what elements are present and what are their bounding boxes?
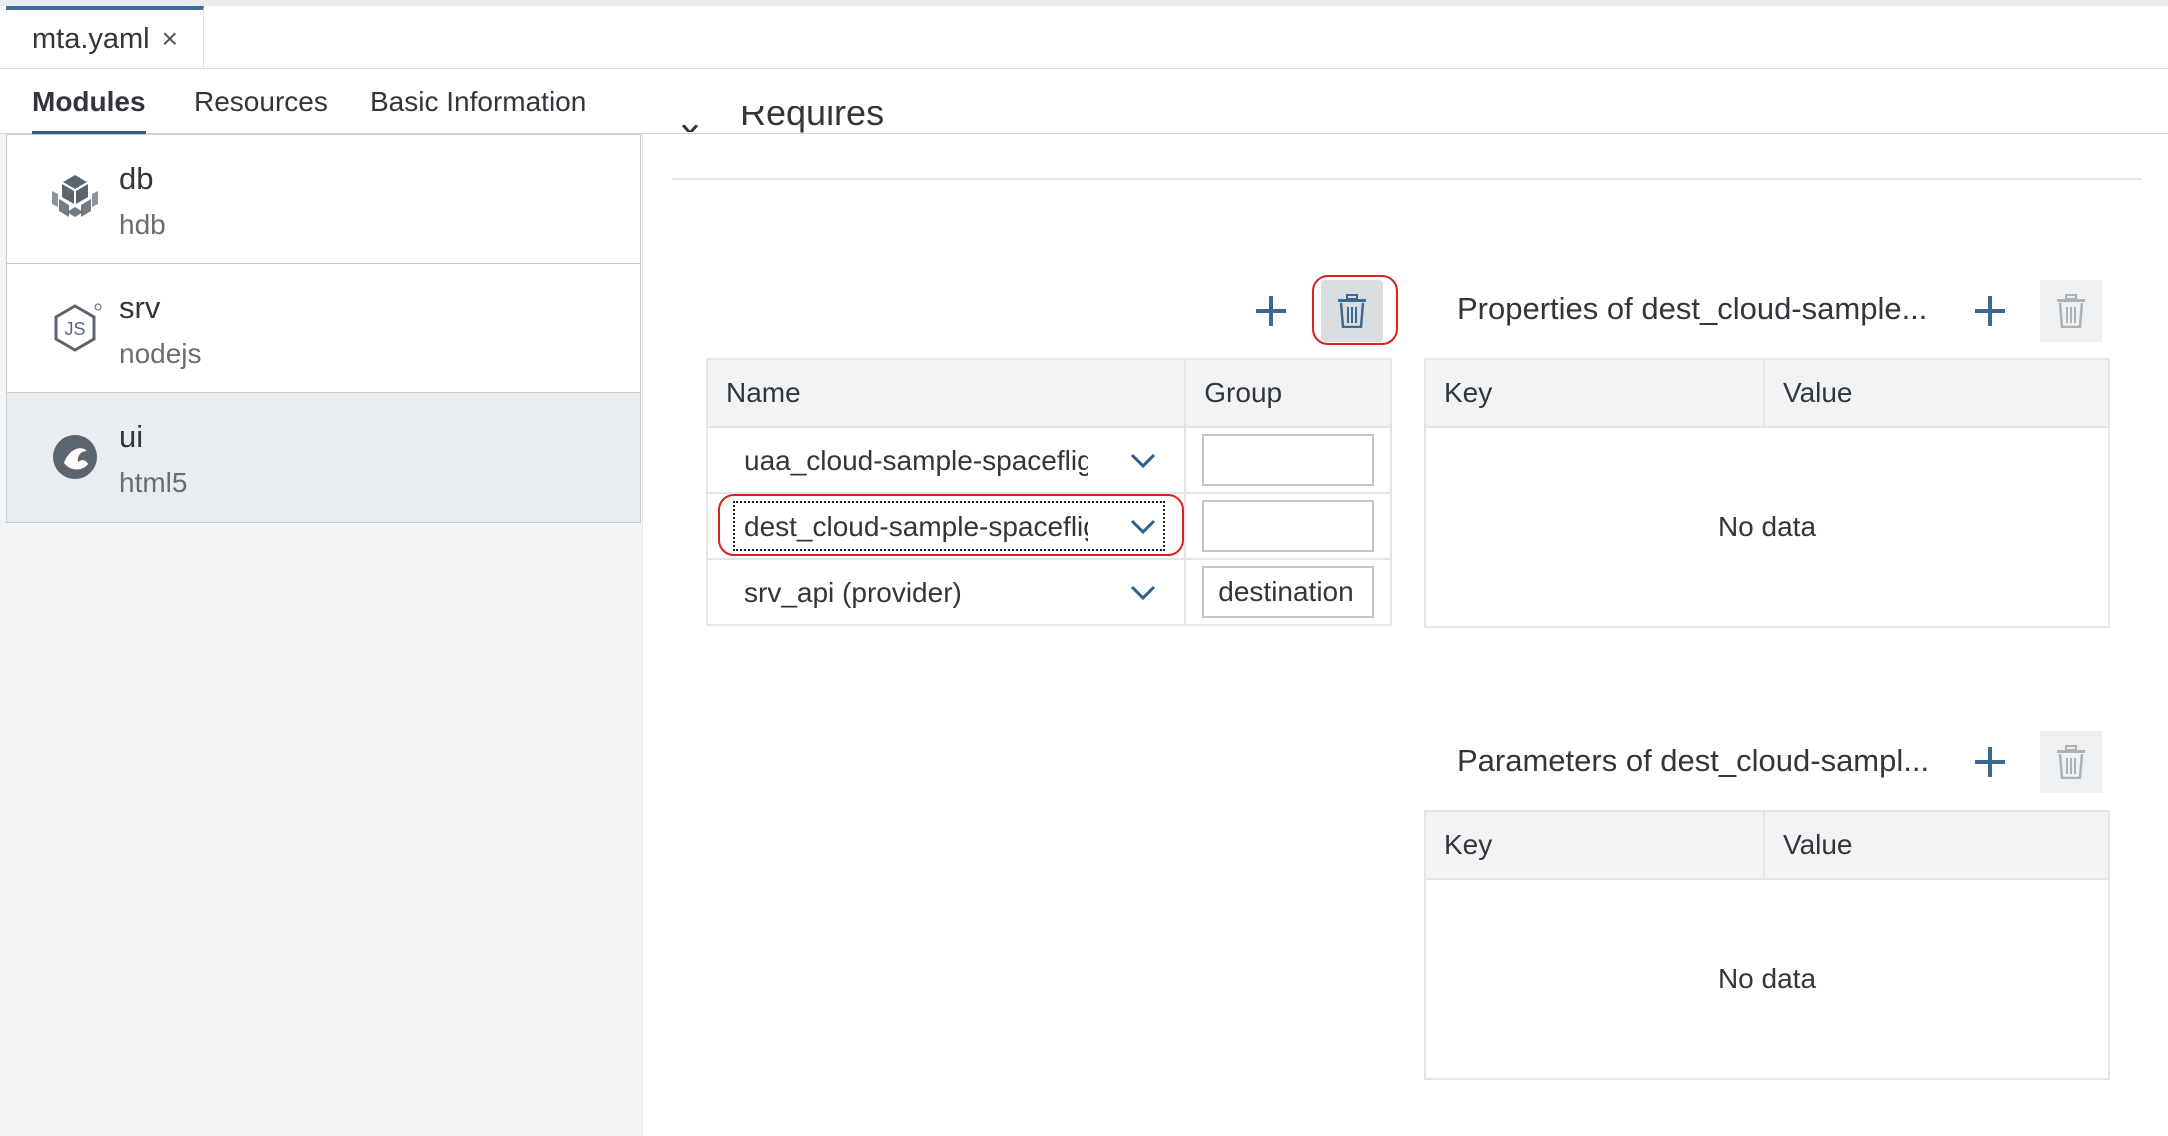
- module-sidebar: db hdb JS srv nodejs ui html5: [0, 134, 643, 1136]
- close-tab-icon[interactable]: ×: [162, 23, 178, 55]
- plus-icon: [1975, 296, 2005, 326]
- trash-icon: [1338, 294, 1366, 328]
- parameters-table: Key Value No data: [1424, 810, 2111, 1080]
- section-title-text: Requires: [740, 106, 885, 133]
- add-requires-button[interactable]: [1240, 280, 1302, 342]
- delete-parameter-button[interactable]: [2040, 731, 2102, 793]
- file-tab[interactable]: mta.yaml ×: [6, 6, 204, 68]
- file-tab-label: mta.yaml: [32, 22, 150, 55]
- table-row: dest_cloud-sample-spaceflight: [705, 492, 1392, 560]
- no-data-text: No data: [1424, 878, 2110, 1080]
- tab-modules[interactable]: Modules: [32, 69, 146, 135]
- module-type: html5: [119, 467, 188, 498]
- table-row: srv_api (provider): [705, 558, 1392, 626]
- plus-icon: [1256, 296, 1286, 326]
- module-type: hdb: [119, 209, 166, 240]
- tab-resources-label: Resources: [194, 85, 328, 117]
- tab-resources[interactable]: Resources: [194, 69, 328, 134]
- collapse-chevron-icon[interactable]: [680, 118, 700, 132]
- module-name: srv: [119, 290, 161, 325]
- column-header-key: Key: [1424, 810, 1765, 880]
- tab-basic-information-label: Basic Information: [370, 85, 587, 117]
- section-divider: [672, 178, 2142, 180]
- plus-icon: [1975, 747, 2005, 777]
- table-header-row: Key Value: [1424, 810, 2111, 880]
- section-title: Requires: [740, 106, 884, 142]
- group-cell: [1184, 492, 1392, 560]
- name-select[interactable]: srv_api (provider): [705, 558, 1187, 626]
- window-top-border: [0, 0, 2168, 6]
- group-input[interactable]: [1202, 434, 1375, 486]
- editor-tab-bar: Modules Resources Basic Information: [0, 69, 2168, 135]
- html5-phoenix-icon: [53, 435, 97, 479]
- module-name: db: [119, 161, 154, 196]
- name-select-value: uaa_cloud-sample-spaceflight: [744, 444, 1088, 476]
- tab-modules-label: Modules: [32, 85, 146, 117]
- svg-text:JS: JS: [64, 319, 85, 339]
- module-list: db hdb JS srv nodejs ui html5: [6, 134, 641, 523]
- name-select-value: srv_api (provider): [744, 576, 962, 608]
- module-name: ui: [119, 419, 144, 454]
- empty-row: No data: [1424, 878, 2110, 1080]
- module-type: nodejs: [119, 338, 202, 369]
- table-header-row: Name Group: [705, 358, 1392, 428]
- group-input[interactable]: [1202, 500, 1375, 552]
- parameters-panel-title: Parameters of dest_cloud-sampl...: [1457, 743, 1930, 778]
- properties-panel-title: Properties of dest_cloud-sample...: [1457, 291, 1928, 326]
- properties-table: Key Value No data: [1424, 358, 2111, 628]
- group-input[interactable]: [1202, 566, 1375, 618]
- module-item-srv[interactable]: JS srv nodejs: [7, 264, 640, 393]
- delete-requires-button[interactable]: [1321, 280, 1383, 342]
- chevron-down-icon[interactable]: [1130, 582, 1156, 602]
- table-row: uaa_cloud-sample-spaceflight: [705, 426, 1392, 494]
- module-item-ui[interactable]: ui html5: [7, 393, 640, 522]
- no-data-text: No data: [1424, 426, 2110, 628]
- name-select[interactable]: dest_cloud-sample-spaceflight: [705, 492, 1187, 560]
- name-select[interactable]: uaa_cloud-sample-spaceflight: [705, 426, 1187, 494]
- tab-basic-information[interactable]: Basic Information: [370, 69, 586, 134]
- column-header-value: Value: [1762, 358, 2111, 428]
- trash-icon: [2057, 745, 2085, 779]
- group-cell: [1184, 558, 1392, 626]
- empty-row: No data: [1424, 426, 2110, 628]
- chevron-down-icon[interactable]: [1130, 450, 1156, 470]
- module-item-db[interactable]: db hdb: [7, 135, 640, 264]
- nodejs-icon: JS: [54, 303, 102, 352]
- trash-icon: [2057, 294, 2085, 328]
- table-header-row: Key Value: [1424, 358, 2111, 428]
- hdb-cube-icon: [52, 175, 98, 217]
- add-property-button[interactable]: [1959, 280, 2021, 342]
- delete-property-button[interactable]: [2040, 280, 2102, 342]
- column-header-key: Key: [1424, 358, 1765, 428]
- column-header-group: Group: [1184, 358, 1392, 428]
- chevron-down-icon[interactable]: [1130, 516, 1156, 536]
- group-cell: [1184, 426, 1392, 494]
- requires-table: Name Group uaa_cloud-sample-spaceflight …: [705, 358, 1392, 626]
- add-parameter-button[interactable]: [1959, 731, 2021, 793]
- column-header-value: Value: [1762, 810, 2111, 880]
- name-select-value: dest_cloud-sample-spaceflight: [744, 510, 1088, 542]
- column-header-name: Name: [705, 358, 1187, 428]
